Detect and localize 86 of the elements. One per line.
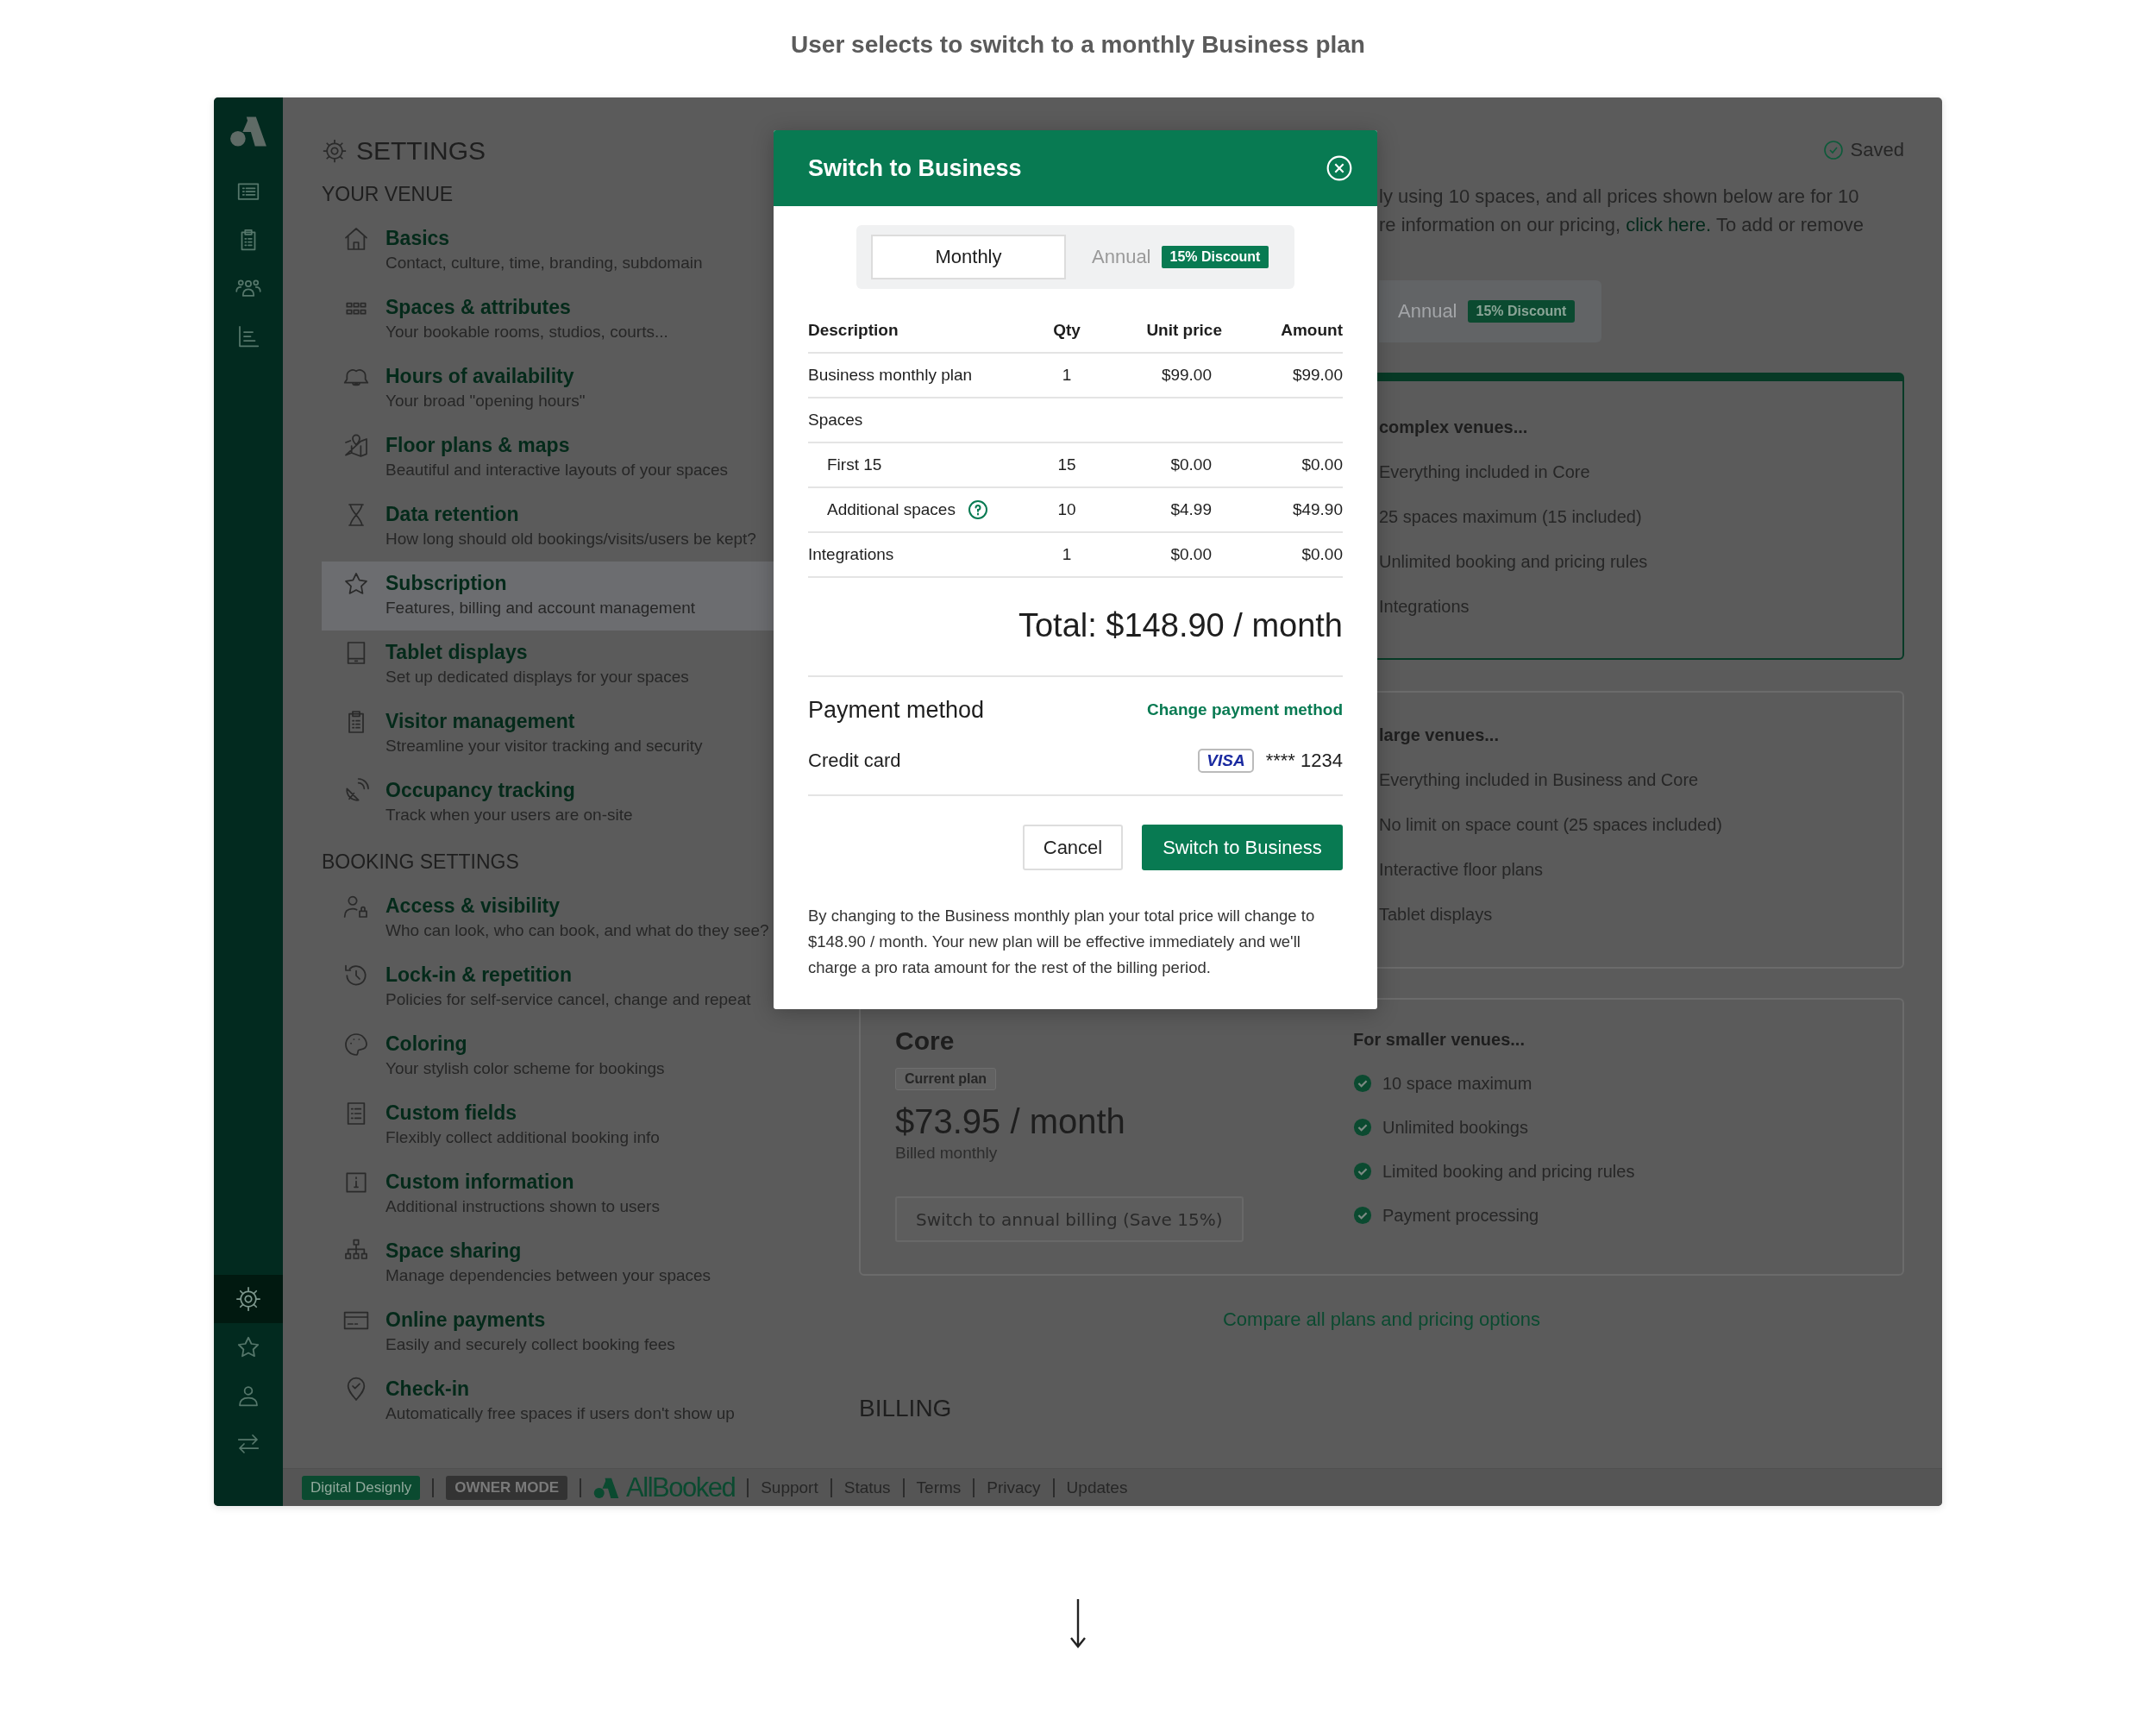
close-icon[interactable] bbox=[1326, 154, 1353, 182]
item-title: Floor plans & maps bbox=[385, 433, 571, 458]
item-title: Basics bbox=[385, 226, 451, 251]
modal-title: Switch to Business bbox=[808, 154, 1022, 182]
item-title: Custom fields bbox=[385, 1101, 518, 1126]
down-arrow-icon bbox=[1069, 1597, 1087, 1649]
item-title: Custom information bbox=[385, 1170, 575, 1195]
check-icon bbox=[1353, 1206, 1372, 1225]
plan-audience: large venues... bbox=[1379, 725, 1500, 746]
pricing-link[interactable]: click here. bbox=[1626, 214, 1712, 235]
item-title: Visitor management bbox=[385, 709, 576, 734]
table-cell: $0.00 bbox=[1170, 455, 1212, 474]
item-title: Hours of availability bbox=[385, 364, 575, 389]
table-cell: $0.00 bbox=[1301, 545, 1343, 563]
table-cell: Spaces bbox=[808, 411, 863, 430]
item-title: Lock-in & repetition bbox=[385, 963, 573, 988]
section-heading: BOOKING SETTINGS bbox=[322, 850, 520, 874]
plan-price: $73.95 / month bbox=[895, 1101, 1126, 1142]
table-cell: $99.00 bbox=[1292, 366, 1343, 384]
logo-icon bbox=[593, 1476, 620, 1499]
billing-period-tab[interactable]: Monthly bbox=[871, 235, 1066, 279]
column-header: Qty bbox=[1052, 321, 1081, 340]
item-title: Online payments bbox=[385, 1308, 547, 1333]
table-cell: 15 bbox=[1057, 455, 1076, 474]
section-heading: YOUR VENUE bbox=[322, 182, 454, 206]
plan-name: Core bbox=[895, 1026, 956, 1057]
check-icon bbox=[1353, 1162, 1372, 1181]
table-cell: 1 bbox=[1062, 545, 1072, 563]
section-heading: BILLING bbox=[859, 1394, 953, 1423]
compare-plans-link[interactable]: Compare all plans and pricing options bbox=[1222, 1308, 1541, 1330]
item-description: Features, billing and account management bbox=[385, 598, 696, 618]
current-plan-badge: Current plan bbox=[895, 1068, 997, 1090]
total-price: Total: $148.90 / month bbox=[1018, 607, 1343, 643]
billing-period-tab[interactable]: Annual 15% Discount bbox=[1092, 235, 1269, 279]
map-icon bbox=[342, 432, 370, 460]
discount-badge: 15% Discount bbox=[1467, 300, 1576, 323]
check-circle-icon bbox=[1822, 140, 1844, 160]
table-cell: $0.00 bbox=[1170, 545, 1212, 563]
mode-badge: OWNER MODE bbox=[446, 1475, 568, 1500]
switch-plan-button[interactable]: Switch to Business bbox=[1142, 825, 1343, 870]
plan-change-note: By changing to the Business monthly plan your total price will change to $148.90 / month. Your new plan will be effective immediately and we'll charge a pro rata amount for the rest of the billing period. bbox=[808, 906, 1316, 978]
item-title: Tablet displays bbox=[385, 640, 529, 665]
brand-name: AllBooked bbox=[626, 1471, 736, 1503]
palette-icon bbox=[342, 1031, 370, 1058]
table-cell: 10 bbox=[1057, 500, 1076, 518]
house-icon bbox=[342, 225, 370, 253]
check-icon bbox=[1353, 1074, 1372, 1093]
item-title: Subscription bbox=[385, 571, 508, 596]
table-cell: $4.99 bbox=[1170, 500, 1212, 518]
item-title: Space sharing bbox=[385, 1239, 523, 1264]
settings-icon bbox=[235, 1286, 261, 1312]
help-icon[interactable] bbox=[967, 499, 988, 520]
settings-title: SETTINGS bbox=[356, 135, 486, 166]
column-header: Unit price bbox=[1145, 321, 1222, 340]
payment-method: Credit card bbox=[808, 750, 901, 772]
table-cell: Integrations bbox=[808, 545, 894, 564]
rail-item[interactable] bbox=[214, 1275, 283, 1323]
card-brand-badge: VISA bbox=[1198, 749, 1254, 773]
table-cell: $49.90 bbox=[1292, 500, 1343, 518]
plan-audience: For smaller venues... bbox=[1353, 1029, 1526, 1051]
table-cell: $99.00 bbox=[1161, 366, 1212, 384]
discount-badge: 15% Discount bbox=[1161, 246, 1269, 268]
column-header: Description bbox=[808, 321, 899, 340]
table-cell: $0.00 bbox=[1301, 455, 1343, 474]
plan-audience: complex venues... bbox=[1379, 417, 1529, 438]
table-cell: First 15 bbox=[827, 455, 882, 474]
item-title: Check-in bbox=[385, 1377, 471, 1402]
billing-period-tab[interactable]: Annual 15% Discount bbox=[1398, 300, 1576, 323]
settings-icon bbox=[322, 138, 348, 164]
item-title: Spaces & attributes bbox=[385, 295, 572, 320]
item-title: Occupancy tracking bbox=[385, 778, 576, 803]
company-badge[interactable]: Digital Designly bbox=[302, 1475, 421, 1500]
column-header: Amount bbox=[1280, 321, 1343, 340]
check-icon bbox=[1353, 1118, 1372, 1137]
item-title: Coloring bbox=[385, 1032, 468, 1057]
item-title: Access & visibility bbox=[385, 894, 561, 919]
table-cell: Business monthly plan bbox=[808, 366, 973, 385]
logo-icon bbox=[229, 115, 267, 147]
change-payment-link[interactable]: Change payment method bbox=[1147, 700, 1343, 719]
table-cell: 1 bbox=[1062, 366, 1072, 384]
payment-method-heading: Payment method bbox=[808, 696, 985, 724]
cancel-button[interactable]: Cancel bbox=[1023, 825, 1123, 870]
table-cell: Additional spaces bbox=[827, 500, 956, 519]
item-title: Data retention bbox=[385, 502, 520, 527]
card-number: **** 1234 bbox=[1265, 750, 1343, 772]
caption-text: User selects to switch to a monthly Business plan bbox=[791, 30, 1365, 60]
